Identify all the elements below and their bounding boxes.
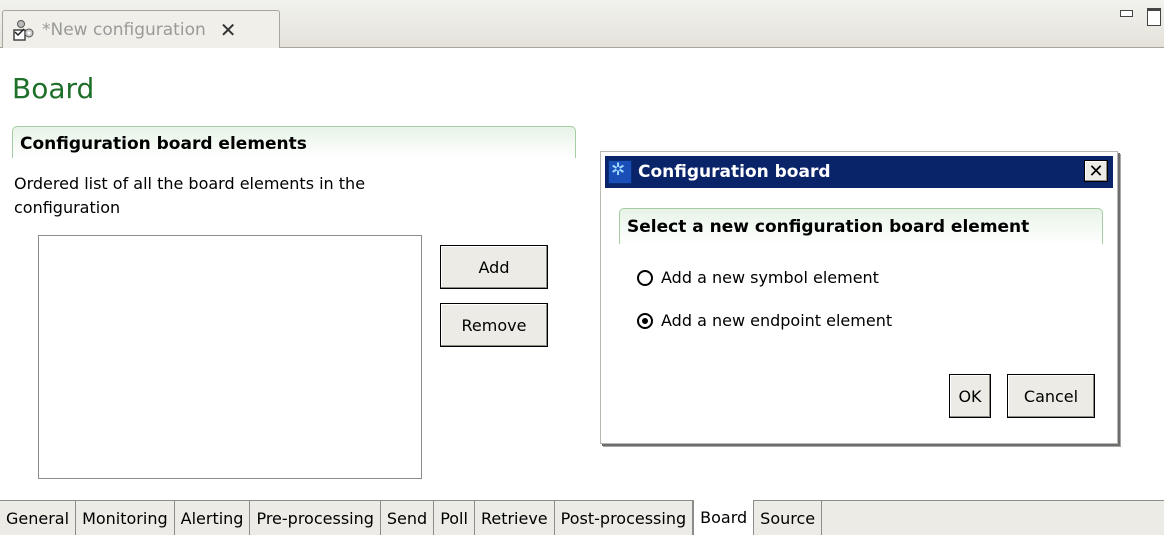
tab-pre-processing[interactable]: Pre-processing [250,501,381,535]
symbol-element-option[interactable]: Add a new symbol element [637,268,879,287]
tab-monitoring[interactable]: Monitoring [76,501,175,535]
editor-tab[interactable]: *New configuration ✕ [2,10,280,48]
board-elements-list[interactable] [38,235,422,479]
section-description: Ordered list of all the board elements i… [14,174,366,217]
section-header: Configuration board elements [12,126,576,158]
close-icon[interactable]: ✕ [220,20,237,40]
section-title: Configuration board elements [20,134,307,154]
page-title: Board [12,72,95,105]
page-tabs: General Monitoring Alerting Pre-processi… [0,500,1164,535]
radio-label: Add a new endpoint element [661,311,893,330]
dialog-titlebar[interactable]: Configuration board ✕ [605,156,1113,188]
radio-button-selected[interactable] [637,312,653,329]
editor-tab-title: *New configuration [42,19,206,40]
ok-button[interactable]: OK [949,374,991,418]
tab-alerting[interactable]: Alerting [174,501,251,535]
configuration-board-dialog: Configuration board ✕ Select a new confi… [600,151,1118,444]
dialog-close-button[interactable]: ✕ [1084,160,1108,182]
tab-source[interactable]: Source [754,501,823,535]
tab-poll[interactable]: Poll [434,501,475,535]
tab-board[interactable]: Board [693,500,755,535]
dialog-section-title: Select a new configuration board element [627,217,1030,237]
maximize-icon[interactable] [1145,4,1161,26]
dialog-title: Configuration board [638,162,831,182]
configuration-icon [13,19,34,41]
editor-tabstrip: *New configuration ✕ [0,0,1164,48]
endpoint-element-option[interactable]: Add a new endpoint element [637,311,892,330]
tab-post-processing[interactable]: Post-processing [554,501,694,535]
tab-general[interactable]: General [0,501,77,535]
add-button[interactable]: Add [440,245,548,289]
remove-button[interactable]: Remove [440,303,548,347]
tab-retrieve[interactable]: Retrieve [474,501,555,535]
minimize-icon[interactable] [1118,4,1134,26]
cancel-button[interactable]: Cancel [1007,374,1095,418]
tab-send[interactable]: Send [380,501,435,535]
dialog-section-header: Select a new configuration board element [619,208,1103,244]
radio-button[interactable] [637,269,653,286]
app-icon [608,160,632,184]
radio-label: Add a new symbol element [661,268,879,287]
